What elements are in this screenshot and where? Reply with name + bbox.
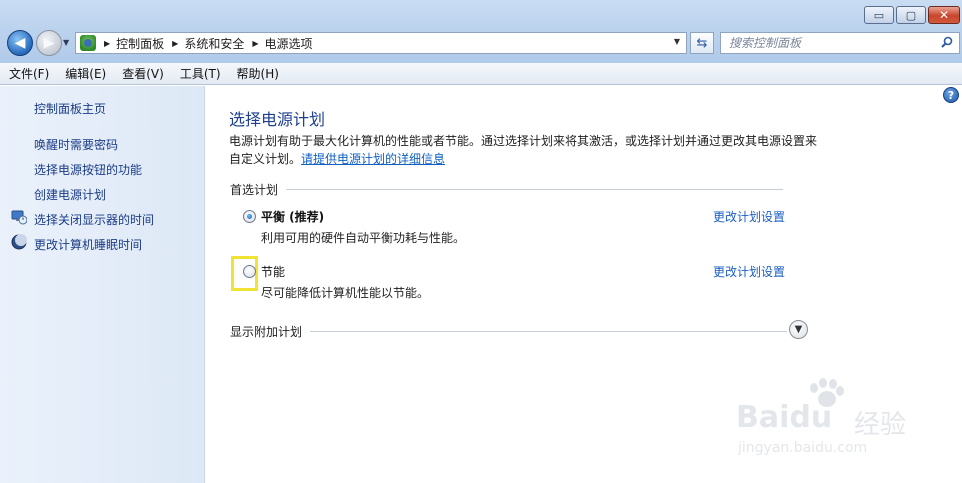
- help-button[interactable]: ?: [943, 87, 959, 103]
- breadcrumb-arrow-icon[interactable]: ▶: [104, 39, 110, 48]
- sidebar-item-create-plan[interactable]: 创建电源计划: [34, 186, 106, 203]
- page-title: 选择电源计划: [229, 110, 326, 129]
- sidebar-item-wake-password[interactable]: 唤醒时需要密码: [34, 136, 118, 153]
- menu-file[interactable]: 文件(F): [8, 65, 50, 82]
- group-label: 首选计划: [230, 183, 279, 197]
- control-panel-icon: [80, 35, 96, 51]
- back-arrow-icon: ◀: [14, 35, 26, 51]
- minimize-icon: ▭: [873, 8, 885, 22]
- display-icon: [11, 210, 27, 225]
- breadcrumb-arrow-icon[interactable]: ▶: [172, 39, 178, 48]
- forward-button[interactable]: ▶: [36, 30, 62, 56]
- maximize-icon: ▢: [905, 8, 917, 22]
- plan-power-saver-change-settings[interactable]: 更改计划设置: [713, 263, 785, 280]
- maximize-button[interactable]: ▢: [896, 6, 926, 24]
- search-icon[interactable]: [941, 36, 953, 48]
- divider: [286, 189, 784, 190]
- sidebar-item-power-buttons[interactable]: 选择电源按钮的功能: [34, 161, 142, 178]
- menu-edit[interactable]: 编辑(E): [64, 65, 107, 82]
- moon-sleep-icon: [11, 234, 27, 250]
- breadcrumb: ▶ 电源选项: [252, 35, 312, 52]
- refresh-icon: ⇆: [696, 35, 708, 51]
- close-button[interactable]: ✕: [928, 6, 960, 24]
- recent-pages-dropdown[interactable]: ▼: [63, 38, 69, 47]
- expand-chevron-icon[interactable]: ▼: [789, 320, 808, 339]
- menu-help[interactable]: 帮助(H): [236, 65, 280, 82]
- baidu-watermark: Baidu 经验 jingyan.baidu.com: [736, 374, 921, 464]
- forward-arrow-icon: ▶: [43, 35, 55, 51]
- breadcrumb-system-security[interactable]: 系统和安全: [184, 35, 244, 52]
- plan-balanced-description: 利用可用的硬件自动平衡功耗与性能。: [261, 231, 466, 245]
- window-controls: ▭ ▢ ✕: [862, 6, 960, 24]
- minimize-button[interactable]: ▭: [864, 6, 894, 24]
- breadcrumb-power-options[interactable]: 电源选项: [265, 35, 313, 52]
- sidebar-control-panel-home[interactable]: 控制面板主页: [34, 100, 106, 117]
- menu-tools[interactable]: 工具(T): [179, 65, 222, 82]
- plan-balanced-change-settings[interactable]: 更改计划设置: [713, 208, 785, 225]
- search-input[interactable]: [721, 33, 926, 53]
- watermark-url: jingyan.baidu.com: [738, 440, 868, 456]
- sidebar: 控制面板主页 唤醒时需要密码 选择电源按钮的功能 创建电源计划 选择关闭显示器的…: [0, 86, 205, 483]
- help-icon: ?: [947, 88, 955, 102]
- plan-power-saver-radio[interactable]: [243, 265, 256, 278]
- breadcrumb: ▶ 系统和安全: [172, 35, 244, 52]
- refresh-button[interactable]: ⇆: [690, 32, 714, 54]
- sidebar-item-display-off-time[interactable]: 选择关闭显示器的时间: [34, 211, 154, 228]
- plan-balanced-name[interactable]: 平衡 (推荐): [261, 208, 324, 225]
- close-icon: ✕: [938, 8, 950, 22]
- preferred-plans-group: 首选计划: [230, 181, 784, 198]
- breadcrumb: ▶ 控制面板: [104, 35, 164, 52]
- back-button[interactable]: ◀: [7, 30, 33, 56]
- search-box[interactable]: [720, 32, 960, 54]
- page-description: 电源计划有助于最大化计算机的性能或者节能。通过选择计划来将其激活，或选择计划并通…: [229, 132, 819, 168]
- plan-power-saver-name[interactable]: 节能: [261, 263, 285, 280]
- plan-power-saver-description: 尽可能降低计算机性能以节能。: [261, 286, 430, 300]
- watermark-brand-cn: 经验: [854, 410, 907, 440]
- window-chrome: ▭ ▢ ✕ ◀ ▶ ▼ ▶ 控制面板 ▶ 系统和安全 ▶ 电源选项 ▼ ⇆: [0, 0, 962, 63]
- group-label[interactable]: 显示附加计划: [230, 323, 302, 340]
- address-dropdown-icon[interactable]: ▼: [674, 37, 680, 46]
- plan-balanced-radio[interactable]: [243, 210, 256, 223]
- address-bar[interactable]: ▶ 控制面板 ▶ 系统和安全 ▶ 电源选项 ▼: [75, 32, 687, 54]
- additional-plans-group[interactable]: 显示附加计划: [230, 323, 788, 340]
- breadcrumb-arrow-icon[interactable]: ▶: [252, 39, 258, 48]
- menu-bar: 文件(F) 编辑(E) 查看(V) 工具(T) 帮助(H): [0, 63, 962, 85]
- sidebar-item-sleep-time[interactable]: 更改计算机睡眠时间: [34, 236, 142, 253]
- menu-view[interactable]: 查看(V): [121, 65, 165, 82]
- plan-details-link[interactable]: 请提供电源计划的详细信息: [301, 152, 445, 166]
- divider: [310, 331, 788, 332]
- watermark-brand: Baidu: [736, 400, 833, 435]
- breadcrumb-control-panel[interactable]: 控制面板: [116, 35, 164, 52]
